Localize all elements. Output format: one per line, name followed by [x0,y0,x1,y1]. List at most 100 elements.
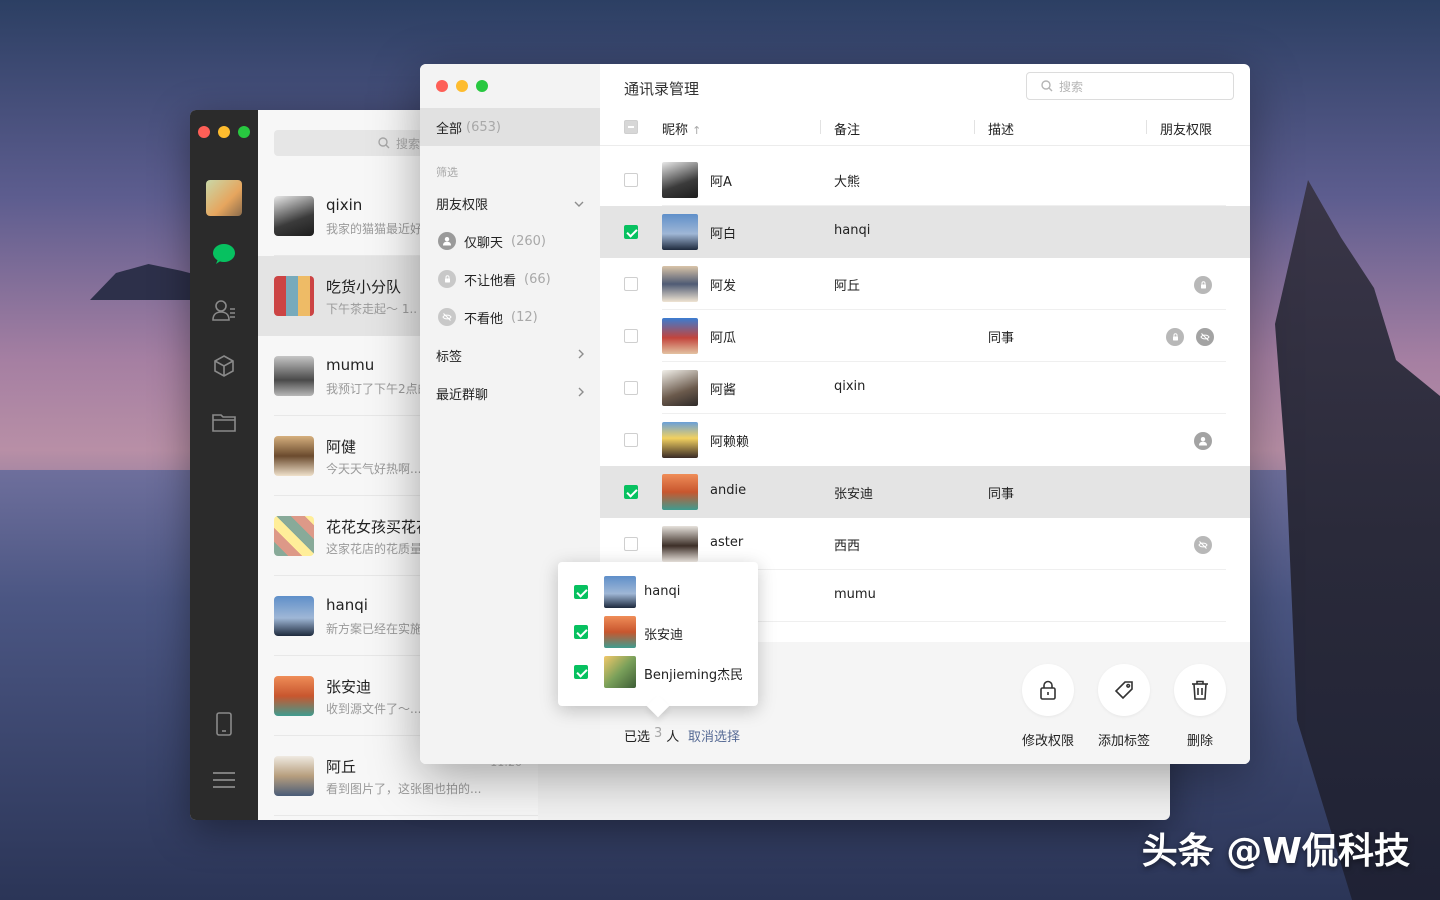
column-permission[interactable]: 朋友权限 [1160,119,1212,138]
chevron-right-icon [578,348,584,362]
popover-checkbox[interactable] [574,625,588,639]
window-controls [436,80,488,92]
contacts-icon[interactable] [210,296,238,324]
row-nickname: 阿白 [710,227,737,242]
row-checkbox[interactable] [624,381,638,395]
row-remark: mumu [834,587,876,602]
close-button[interactable] [198,126,210,138]
person-icon [438,232,456,250]
table-row[interactable]: 阿发 阿丘 [600,258,1250,310]
chat-only-person-icon [1194,432,1212,450]
row-checkbox[interactable] [624,433,638,447]
delete-button[interactable]: 删除 [1170,664,1230,749]
avatar [274,756,314,796]
table-row[interactable]: 阿白 hanqi [600,206,1250,258]
avatar [662,422,698,458]
filter-tags[interactable]: 标签 [420,336,600,374]
minimize-button[interactable] [218,126,230,138]
zoom-button[interactable] [476,80,488,92]
chat-name: 阿健 [326,438,357,456]
popover-name: 张安迪 [644,628,684,643]
eye-off-icon [438,308,456,326]
filter-hide-from[interactable]: 不让他看 (66) [420,260,600,298]
row-nickname: aster [710,535,744,550]
column-nickname[interactable]: 昵称 ↑ [662,119,701,138]
search-icon [1041,80,1053,92]
filter-heading: 筛选 [436,166,458,179]
filter-all-count: (653) [466,119,501,135]
row-checkbox[interactable] [624,225,638,239]
row-checkbox[interactable] [624,173,638,187]
cancel-selection-link[interactable]: 取消选择 [688,726,740,745]
chat-name: hanqi [326,596,368,614]
sort-arrow-icon: ↑ [692,124,702,137]
filter-all[interactable]: 全部 (653) [420,108,600,146]
row-nickname: 阿A [710,175,732,190]
filter-hide-from-count: (66) [524,271,551,287]
row-checkbox[interactable] [624,485,638,499]
table-row[interactable]: 阿赖赖 [600,414,1250,466]
popover-checkbox[interactable] [574,585,588,599]
avatar [662,266,698,302]
contact-search-input[interactable]: 搜索 [1026,72,1234,100]
filter-dont-see-label: 不看他 [464,311,504,327]
avatar [274,356,314,396]
select-all-checkbox[interactable] [624,120,638,134]
table-row[interactable]: 阿A 大熊 [600,154,1250,206]
chat-preview: 看到图片了，这张图也拍的... [326,782,482,796]
add-tag-label: 添加标签 [1097,734,1150,749]
chat-search-placeholder: 搜索 [395,136,420,151]
chat-name: 花花女孩买花花 [326,518,432,536]
popover-item[interactable]: hanqi [558,572,758,612]
table-row[interactable]: andie 张安迪 同事 [600,466,1250,518]
row-checkbox[interactable] [624,329,638,343]
row-nickname: 阿酱 [710,383,737,398]
hide-from-lock-icon [1166,328,1184,346]
filter-friend-permission[interactable]: 朋友权限 [420,184,600,222]
eye-off-icon [1196,328,1214,346]
table-row[interactable]: 阿酱 qixin [600,362,1250,414]
selection-prefix: 已选 [624,730,651,745]
table-row[interactable]: 阿瓜 同事 [600,310,1250,362]
column-description[interactable]: 描述 [988,119,1014,138]
user-avatar[interactable] [206,180,242,216]
selection-suffix: 人 [666,730,680,745]
folder-icon[interactable] [210,408,238,436]
popover-item[interactable]: 张安迪 [558,612,758,652]
row-checkbox[interactable] [624,537,638,551]
chat-name: 阿丘 [326,758,357,776]
chat-icon[interactable] [210,240,238,268]
zoom-button[interactable] [238,126,250,138]
avatar [274,196,314,236]
add-tag-button[interactable]: 添加标签 [1094,664,1154,749]
filter-chat-only-label: 仅聊天 [464,235,504,251]
menu-icon[interactable] [210,766,238,794]
phone-icon[interactable] [210,710,238,738]
column-divider [1146,120,1147,134]
filter-dont-see[interactable]: 不看他 (12) [420,298,600,336]
column-remark[interactable]: 备注 [834,119,860,138]
divider [274,815,538,816]
minimize-button[interactable] [456,80,468,92]
window-controls [198,126,250,138]
avatar [662,214,698,250]
watermark: 头条 @W侃科技 [1141,831,1410,872]
chevron-down-icon [574,196,584,210]
filter-recent-groups[interactable]: 最近群聊 [420,374,600,412]
chat-name: qixin [326,196,363,214]
filter-hide-from-label: 不让他看 [464,273,517,289]
avatar [662,370,698,406]
column-nickname-label: 昵称 [662,123,689,138]
popover-checkbox[interactable] [574,665,588,679]
popover-name: Benjieming杰民 [644,668,744,683]
filter-all-label: 全部 [436,121,463,137]
filter-chat-only[interactable]: 仅聊天 (260) [420,222,600,260]
row-checkbox[interactable] [624,277,638,291]
modify-permission-button[interactable]: 修改权限 [1018,664,1078,749]
box-icon[interactable] [210,352,238,380]
close-button[interactable] [436,80,448,92]
popover-item[interactable]: Benjieming杰民 [558,652,758,692]
hide-from-lock-icon [1194,276,1212,294]
avatar [662,474,698,510]
chat-name: 吃货小分队 [326,278,402,296]
